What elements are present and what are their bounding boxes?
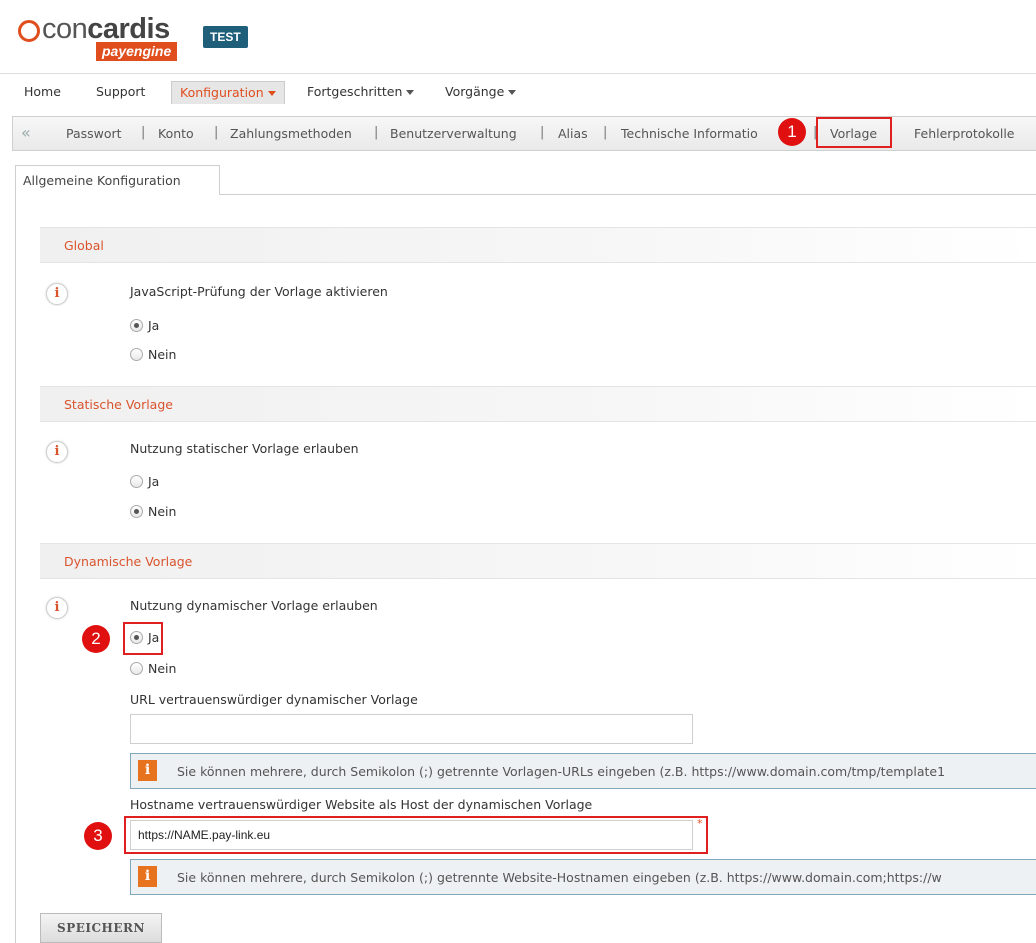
chevron-down-icon [267,91,276,96]
info-icon[interactable]: i [46,283,68,305]
annotation-highlight-vorlage [816,117,892,148]
info-warning-icon: i [138,760,157,781]
global-js-check-label: JavaScript-Prüfung der Vorlage aktiviere… [130,284,388,299]
url-input[interactable] [130,714,693,744]
dynamic-template-label: Nutzung dynamischer Vorlage erlauben [130,598,378,613]
hostname-field-label: Hostname vertrauenswürdiger Website als … [130,797,593,812]
subnav-separator: | [540,125,545,140]
chevron-down-icon [406,90,415,95]
annotation-badge-3: 3 [84,822,112,850]
hostname-hint-box: i Sie können mehrere, durch Semikolon (;… [130,859,1036,895]
subnav-passwort[interactable]: Passwort [66,126,122,141]
app-header: concardis payengine TEST [0,0,1036,73]
concardis-logo[interactable]: concardis payengine [18,10,198,61]
radio-unselected-icon [130,475,143,488]
info-warning-icon: i [138,866,157,887]
radio-selected-icon [130,319,143,332]
static-radio-nein[interactable]: Nein [130,504,176,520]
annotation-badge-2: 2 [82,625,110,653]
section-title: Global [64,238,104,253]
logo-wordmark: concardis [42,13,170,45]
save-button[interactable]: SPEICHERN [40,913,162,943]
hostname-hint-text: Sie können mehrere, durch Semikolon (;) … [177,870,942,885]
section-header-static: Statische Vorlage [40,386,1036,422]
url-hint-box: i Sie können mehrere, durch Semikolon (;… [130,753,1036,789]
subnav-technische-informationen[interactable]: Technische Informatio [621,126,758,141]
main-nav: Home Support Konfiguration Fortgeschritt… [0,73,1036,109]
section-header-dynamic: Dynamische Vorlage [40,543,1036,579]
radio-unselected-icon [130,348,143,361]
subnav-alias[interactable]: Alias [558,126,588,141]
info-icon[interactable]: i [46,441,68,463]
tab-allgemeine-konfiguration[interactable]: Allgemeine Konfiguration [15,165,220,195]
url-field-label: URL vertrauenswürdiger dynamischer Vorla… [130,692,418,707]
static-radio-ja[interactable]: Ja [130,474,159,490]
nav-fortgeschritten[interactable]: Fortgeschritten [299,81,422,104]
annotation-badge-1: 1 [778,118,806,146]
collapse-left-icon[interactable]: « [21,123,31,142]
annotation-highlight-ja [123,622,163,655]
subnav-benutzerverwaltung[interactable]: Benutzerverwaltung [390,126,517,141]
chevron-down-icon [508,90,517,95]
dynamic-radio-nein[interactable]: Nein [130,661,176,677]
nav-vorgaenge[interactable]: Vorgänge [437,81,524,104]
subnav-fehlerprotokolle[interactable]: Fehlerprotokolle [914,126,1015,141]
section-title: Statische Vorlage [64,397,173,412]
nav-konfiguration[interactable]: Konfiguration [171,81,285,104]
section-header-global: Global [40,227,1036,263]
annotation-highlight-hostname [124,816,708,854]
environment-badge: TEST [203,26,248,48]
info-icon[interactable]: i [46,597,68,619]
global-radio-ja[interactable]: Ja [130,318,159,334]
radio-selected-icon [130,505,143,518]
subnav-separator: | [603,125,608,140]
section-title: Dynamische Vorlage [64,554,193,569]
url-hint-text: Sie können mehrere, durch Semikolon (;) … [177,764,946,779]
subnav-zahlungsmethoden[interactable]: Zahlungsmethoden [230,126,352,141]
global-radio-nein[interactable]: Nein [130,347,176,363]
radio-unselected-icon [130,662,143,675]
nav-home[interactable]: Home [16,81,69,104]
subnav-separator: | [141,125,146,140]
logo-ring-icon [18,20,40,42]
nav-support[interactable]: Support [88,81,153,104]
subnav-separator: | [374,125,379,140]
static-template-label: Nutzung statischer Vorlage erlauben [130,441,359,456]
subnav-separator: | [214,125,219,140]
logo-subtitle: payengine [96,42,178,61]
subnav-konto[interactable]: Konto [158,126,194,141]
